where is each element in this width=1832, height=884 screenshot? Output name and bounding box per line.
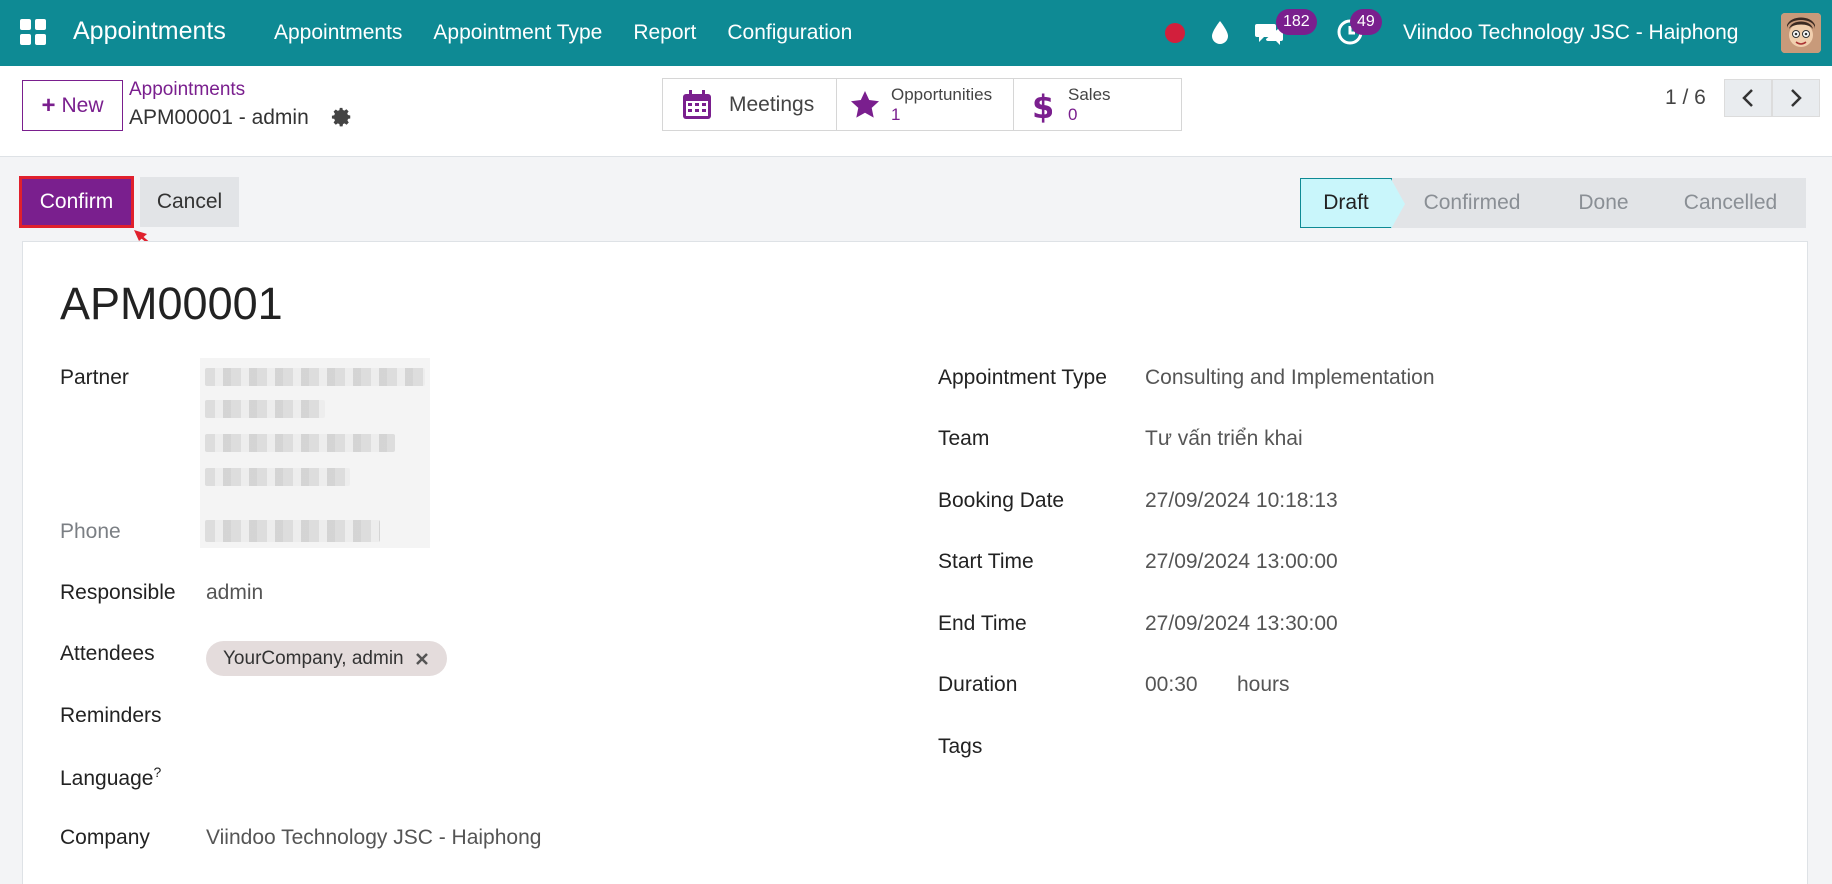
top-navbar: Appointments Appointments Appointment Ty… bbox=[0, 0, 1832, 66]
dollar-icon: $ bbox=[1032, 89, 1052, 123]
tags-label: Tags bbox=[938, 735, 983, 758]
duration-unit: hours bbox=[1237, 673, 1290, 696]
team-value[interactable]: Tư vấn triển khai bbox=[1145, 427, 1303, 451]
user-avatar[interactable] bbox=[1781, 13, 1821, 53]
stage-done-label: Done bbox=[1578, 191, 1629, 214]
opportunities-label: Opportunities bbox=[891, 85, 993, 104]
stage-confirmed[interactable]: Confirmed bbox=[1392, 178, 1566, 228]
stage-done[interactable]: Done bbox=[1552, 178, 1669, 228]
meetings-label: Meetings bbox=[729, 93, 815, 116]
sales-count: 0 bbox=[1068, 105, 1078, 124]
activities-count-badge: 49 bbox=[1350, 9, 1382, 35]
chevron-right-icon bbox=[1791, 89, 1802, 107]
menu-item-appointment-type[interactable]: Appointment Type bbox=[433, 21, 602, 45]
responsible-value[interactable]: admin bbox=[206, 581, 263, 605]
sales-label: Sales bbox=[1068, 85, 1111, 104]
language-label-text: Language bbox=[60, 767, 154, 790]
language-label: Language? bbox=[60, 764, 161, 791]
help-tooltip-icon[interactable]: ? bbox=[153, 764, 161, 780]
breadcrumb-parent-link[interactable]: Appointments bbox=[129, 79, 245, 101]
duration-label: Duration bbox=[938, 673, 1018, 696]
company-label: Company bbox=[60, 826, 150, 849]
stage-draft-label: Draft bbox=[1323, 191, 1369, 214]
phone-label: Phone bbox=[60, 520, 121, 543]
sales-smart-button[interactable]: $ Sales 0 bbox=[1014, 79, 1181, 130]
partner-address-redacted[interactable] bbox=[200, 358, 430, 548]
smart-buttons: Meetings Opportunities 1 $ Sales 0 bbox=[662, 78, 1182, 131]
record-title: APM00001 bbox=[60, 278, 283, 329]
stage-cancelled[interactable]: Cancelled bbox=[1655, 178, 1806, 228]
attendee-tag[interactable]: YourCompany, admin bbox=[206, 641, 447, 676]
star-icon bbox=[851, 91, 879, 118]
status-bar: Draft Confirmed Done Cancelled bbox=[1300, 178, 1806, 229]
plus-icon: + bbox=[41, 91, 56, 119]
start-time-label: Start Time bbox=[938, 550, 1034, 573]
duration-value[interactable]: 00:30 bbox=[1145, 673, 1198, 697]
main-menu: Appointments Appointment Type Report Con… bbox=[274, 21, 852, 45]
partner-label: Partner bbox=[60, 366, 129, 389]
pager-next-button[interactable] bbox=[1772, 79, 1820, 117]
start-time-value[interactable]: 27/09/2024 13:00:00 bbox=[1145, 550, 1338, 574]
messages-count-badge: 182 bbox=[1276, 9, 1317, 35]
menu-item-configuration[interactable]: Configuration bbox=[727, 21, 852, 45]
breadcrumb-current: APM00001 - admin bbox=[129, 106, 309, 129]
reminders-label: Reminders bbox=[60, 704, 162, 727]
company-switcher[interactable]: Viindoo Technology JSC - Haiphong bbox=[1403, 21, 1738, 45]
gear-icon[interactable] bbox=[331, 106, 353, 128]
opportunities-count: 1 bbox=[891, 105, 901, 124]
pager-value[interactable]: 1 / 6 bbox=[1665, 86, 1706, 110]
svg-text:$: $ bbox=[1032, 89, 1052, 123]
chevron-left-icon bbox=[1742, 89, 1753, 107]
drop-icon[interactable] bbox=[1209, 19, 1231, 45]
meetings-smart-button[interactable]: Meetings bbox=[663, 79, 837, 130]
app-name[interactable]: Appointments bbox=[73, 17, 226, 46]
cancel-button[interactable]: Cancel bbox=[140, 177, 239, 227]
team-label: Team bbox=[938, 427, 990, 450]
company-value[interactable]: Viindoo Technology JSC - Haiphong bbox=[206, 826, 541, 850]
calendar-icon bbox=[683, 90, 711, 119]
new-button[interactable]: + New bbox=[22, 80, 123, 131]
attendees-label: Attendees bbox=[60, 642, 155, 665]
stage-cancelled-label: Cancelled bbox=[1683, 191, 1778, 214]
form-sheet: APM00001 Partner Phone Responsible admin… bbox=[22, 241, 1808, 884]
booking-date-label: Booking Date bbox=[938, 489, 1065, 512]
appointment-type-label: Appointment Type bbox=[938, 366, 1107, 389]
stage-confirmed-label: Confirmed bbox=[1423, 191, 1521, 214]
opportunities-smart-button[interactable]: Opportunities 1 bbox=[837, 79, 1014, 130]
record-icon[interactable] bbox=[1165, 23, 1185, 43]
end-time-label: End Time bbox=[938, 612, 1027, 635]
stage-draft[interactable]: Draft bbox=[1300, 178, 1405, 229]
attendee-tag-label: YourCompany, admin bbox=[223, 647, 404, 669]
control-panel: + New Appointments APM00001 - admin Meet… bbox=[0, 66, 1832, 157]
end-time-value[interactable]: 27/09/2024 13:30:00 bbox=[1145, 612, 1338, 636]
booking-date-value[interactable]: 27/09/2024 10:18:13 bbox=[1145, 489, 1338, 513]
remove-tag-icon[interactable] bbox=[414, 651, 430, 667]
pager-previous-button[interactable] bbox=[1724, 79, 1772, 117]
responsible-label: Responsible bbox=[60, 581, 176, 604]
menu-item-appointments[interactable]: Appointments bbox=[274, 21, 402, 45]
menu-item-report[interactable]: Report bbox=[633, 21, 696, 45]
confirm-button[interactable]: Confirm bbox=[19, 176, 134, 228]
appointment-type-value[interactable]: Consulting and Implementation bbox=[1145, 366, 1435, 390]
new-button-label: New bbox=[61, 93, 104, 117]
apps-menu-icon[interactable] bbox=[20, 19, 46, 45]
